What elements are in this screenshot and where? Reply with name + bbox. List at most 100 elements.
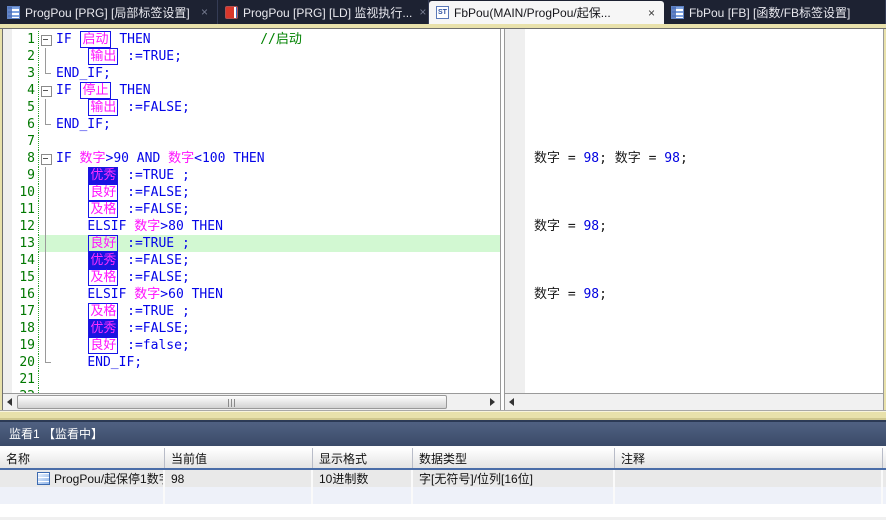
- tab-close-icon[interactable]: ×: [646, 6, 657, 20]
- code-line-content: 优秀 :=TRUE ;: [39, 167, 500, 184]
- word-variable[interactable]: 数字: [134, 219, 160, 234]
- code-line[interactable]: 11 及格 :=FALSE;: [3, 201, 500, 218]
- bit-variable-on[interactable]: 优秀: [88, 320, 118, 337]
- code-line[interactable]: 1IF 启动 THEN //启动: [3, 31, 500, 48]
- code-line[interactable]: 4IF 停止 THEN: [3, 82, 500, 99]
- code-line-content: END_IF;: [39, 116, 500, 133]
- bit-variable[interactable]: 良好: [88, 235, 118, 252]
- code-line[interactable]: 7: [3, 133, 500, 150]
- keyword: IF: [56, 32, 79, 47]
- code-line[interactable]: 16 ELSIF 数字>60 THEN: [3, 286, 500, 303]
- watch-cell-value[interactable]: 98: [165, 470, 313, 487]
- scroll-left-arrow-icon[interactable]: [7, 398, 12, 406]
- code-text: 及格 :=TRUE ;: [56, 303, 500, 320]
- code-line[interactable]: 3END_IF;: [3, 65, 500, 82]
- keyword: END_IF;: [87, 355, 142, 370]
- tab-close-icon[interactable]: ×: [199, 5, 210, 19]
- code-line[interactable]: 14 优秀 :=FALSE;: [3, 252, 500, 269]
- watch-cell-empty[interactable]: [0, 487, 165, 504]
- watch-cell-empty[interactable]: [313, 487, 413, 504]
- scroll-thumb[interactable]: [17, 395, 447, 409]
- watch-cell-comment[interactable]: [615, 470, 883, 487]
- indent: [56, 49, 87, 64]
- tab-label: ProgPou [PRG] [局部标签设置]: [25, 4, 190, 21]
- scroll-left-arrow-icon[interactable]: [509, 398, 514, 406]
- code-line-content: 良好 :=false;: [39, 337, 500, 354]
- watch-cell-empty[interactable]: [413, 487, 615, 504]
- word-variable[interactable]: 数字: [134, 287, 160, 302]
- watch-row-empty[interactable]: [0, 487, 886, 504]
- fold-guide: [39, 201, 56, 218]
- code-text: IF 停止 THEN: [56, 82, 500, 99]
- monitor-h-scrollbar[interactable]: [505, 393, 883, 410]
- watch-col-header[interactable]: 数据类型: [413, 448, 615, 468]
- keyword: <100 THEN: [194, 151, 264, 166]
- watch-col-header[interactable]: 当前值: [165, 448, 313, 468]
- watch-col-header[interactable]: 显示格式: [313, 448, 413, 468]
- keyword: :=FALSE;: [119, 321, 189, 336]
- scroll-right-arrow-icon[interactable]: [490, 398, 495, 406]
- code-line[interactable]: 6END_IF;: [3, 116, 500, 133]
- code-text: 良好 :=FALSE;: [56, 184, 500, 201]
- code-line[interactable]: 20 END_IF;: [3, 354, 500, 371]
- tab-label: FbPou(MAIN/ProgPou/起保...: [454, 4, 611, 21]
- code-h-scrollbar[interactable]: [3, 393, 500, 410]
- editor-tab[interactable]: ST FbPou(MAIN/ProgPou/起保... ×: [429, 1, 664, 24]
- code-line[interactable]: 12 ELSIF 数字>80 THEN: [3, 218, 500, 235]
- code-line[interactable]: 10 良好 :=FALSE;: [3, 184, 500, 201]
- watch-cell-type[interactable]: 字[无符号]/位列[16位]: [413, 470, 615, 487]
- fold-toggle-icon[interactable]: [39, 150, 56, 167]
- code-text: 良好 :=false;: [56, 337, 500, 354]
- watch-col-header[interactable]: 注释: [615, 448, 883, 468]
- code-line[interactable]: 8IF 数字>90 AND 数字<100 THEN: [3, 150, 500, 167]
- watch-cell-name[interactable]: ProgPou/起保停1数字: [0, 470, 165, 487]
- bit-variable[interactable]: 启动: [80, 31, 110, 48]
- code-line[interactable]: 5 输出 :=FALSE;: [3, 99, 500, 116]
- code-line[interactable]: 17 及格 :=TRUE ;: [3, 303, 500, 320]
- code-editor[interactable]: 1IF 启动 THEN //启动2 输出 :=TRUE;3END_IF;4IF …: [3, 29, 500, 393]
- editor-tab[interactable]: FbPou [FB] [函数/FB标签设置]: [664, 0, 886, 24]
- monitor-label: 数字 =: [534, 151, 583, 166]
- keyword: >60 THEN: [160, 287, 223, 302]
- line-number: 2: [3, 48, 39, 65]
- tab-close-icon[interactable]: ×: [417, 5, 428, 19]
- bit-variable[interactable]: 良好: [88, 337, 118, 354]
- bit-variable[interactable]: 及格: [88, 303, 118, 320]
- bit-variable-on[interactable]: 优秀: [88, 252, 118, 269]
- watch-row[interactable]: ProgPou/起保停1数字9810进制数字[无符号]/位列[16位]: [0, 470, 886, 487]
- bit-variable[interactable]: 及格: [88, 269, 118, 286]
- keyword: END_IF;: [56, 117, 111, 132]
- st-icon: ST: [436, 6, 449, 19]
- code-line[interactable]: 18 优秀 :=FALSE;: [3, 320, 500, 337]
- line-number: 10: [3, 184, 39, 201]
- keyword: THEN: [112, 32, 151, 47]
- code-line[interactable]: 19 良好 :=false;: [3, 337, 500, 354]
- watch-cell-format[interactable]: 10进制数: [313, 470, 413, 487]
- code-text: 优秀 :=FALSE;: [56, 252, 500, 269]
- line-number: 19: [3, 337, 39, 354]
- watch-col-header[interactable]: 名称: [0, 448, 165, 468]
- fold-guide: [39, 286, 56, 303]
- watch-cell-empty[interactable]: [165, 487, 313, 504]
- bit-variable[interactable]: 输出: [88, 48, 118, 65]
- code-text: [56, 133, 500, 150]
- bit-variable[interactable]: 输出: [88, 99, 118, 116]
- code-line-current[interactable]: 13 良好 :=TRUE ;: [3, 235, 500, 252]
- bit-variable[interactable]: 停止: [80, 82, 110, 99]
- code-line[interactable]: 15 及格 :=FALSE;: [3, 269, 500, 286]
- line-number: 11: [3, 201, 39, 218]
- bit-variable[interactable]: 及格: [88, 201, 118, 218]
- editor-tab[interactable]: ProgPou [PRG] [LD] 监视执行...×: [218, 0, 429, 24]
- word-variable[interactable]: 数字: [168, 151, 194, 166]
- word-variable[interactable]: 数字: [79, 151, 105, 166]
- editor-tab[interactable]: ProgPou [PRG] [局部标签设置] ×: [0, 0, 218, 24]
- line-number: 17: [3, 303, 39, 320]
- code-line[interactable]: 9 优秀 :=TRUE ;: [3, 167, 500, 184]
- fold-toggle-icon[interactable]: [39, 31, 56, 48]
- fold-toggle-icon[interactable]: [39, 82, 56, 99]
- code-line[interactable]: 21: [3, 371, 500, 388]
- code-line[interactable]: 2 输出 :=TRUE;: [3, 48, 500, 65]
- bit-variable-on[interactable]: 优秀: [88, 167, 118, 184]
- bit-variable[interactable]: 良好: [88, 184, 118, 201]
- watch-cell-empty[interactable]: [615, 487, 883, 504]
